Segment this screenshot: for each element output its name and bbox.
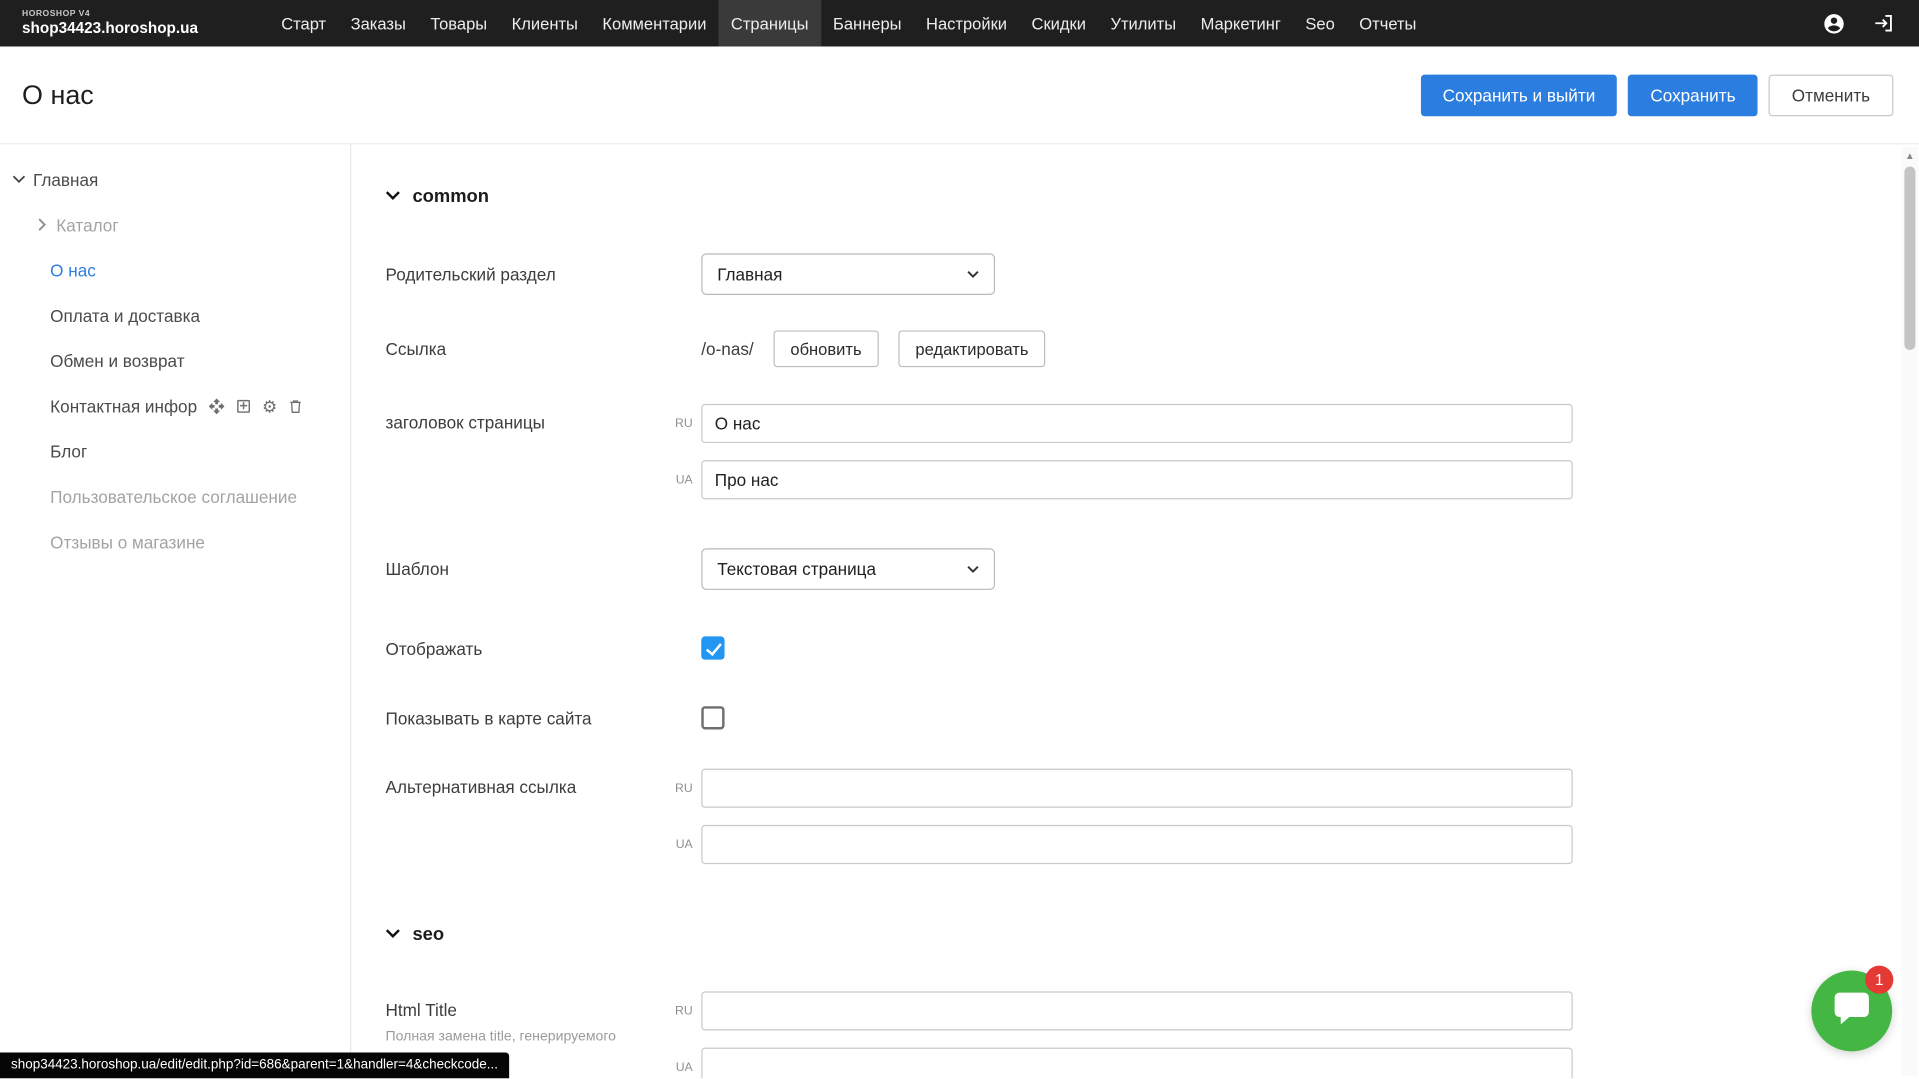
page-title: О нас (22, 79, 94, 111)
section-seo-toggle[interactable]: seo (386, 923, 1919, 945)
sitemap-checkbox[interactable] (701, 706, 724, 729)
pages-tree-sidebar: Главная Каталог О нас Оплата и доставка … (0, 144, 351, 1078)
lang-ru-badge: RU (663, 1004, 692, 1017)
field-html-title: Html Title Полная замена title, генериру… (386, 991, 1919, 1078)
refresh-link-button[interactable]: обновить (773, 330, 878, 367)
nav-orders[interactable]: Заказы (338, 0, 418, 47)
header-actions: Сохранить и выйти Сохранить Отменить (1421, 74, 1894, 116)
template-select[interactable]: Текстовая страница (701, 548, 995, 590)
scroll-up-arrow[interactable]: ▲ (1905, 147, 1915, 167)
field-parent-section: Родительский раздел Главная (386, 253, 1919, 295)
display-checkbox[interactable] (701, 636, 724, 659)
link-path: /o-nas/ (701, 339, 753, 359)
lang-ru-badge: RU (663, 417, 692, 430)
save-button[interactable]: Сохранить (1628, 74, 1757, 116)
nav-clients[interactable]: Клиенты (499, 0, 590, 47)
alt-link-ru-input[interactable] (701, 769, 1572, 808)
sidebar-item-payment-delivery[interactable]: Оплата и доставка (0, 293, 350, 338)
parent-section-select[interactable]: Главная (701, 253, 995, 295)
brand-domain: shop34423.horoshop.ua (22, 20, 198, 37)
section-common-toggle[interactable]: common (386, 185, 1919, 207)
account-icon[interactable] (1822, 12, 1845, 35)
move-icon[interactable] (208, 397, 225, 414)
html-title-ua-input[interactable] (701, 1048, 1572, 1079)
cancel-button[interactable]: Отменить (1769, 74, 1894, 116)
sidebar-item-contact-info[interactable]: Контактная инфор ⚙ (0, 383, 350, 428)
chevron-down-icon (967, 565, 979, 572)
sidebar-item-exchange-return[interactable]: Обмен и возврат (0, 338, 350, 383)
chevron-down-icon (967, 270, 979, 277)
field-alt-link: Альтернативная ссылка RU UA (386, 769, 1919, 864)
lang-ua-badge: UA (663, 838, 692, 851)
brand-version: HOROSHOP V4 (22, 10, 198, 19)
edit-link-button[interactable]: редактировать (898, 330, 1045, 367)
lang-ua-badge: UA (663, 473, 692, 486)
nav-pages[interactable]: Страницы (719, 0, 821, 47)
chevron-down-icon (386, 923, 401, 945)
chat-unread-badge: 1 (1865, 966, 1893, 994)
link-preview-statusbar: shop34423.horoshop.ua/edit/edit.php?id=6… (0, 1053, 509, 1079)
main-area: Главная Каталог О нас Оплата и доставка … (0, 144, 1919, 1078)
chat-bubble-icon (1832, 990, 1871, 1033)
field-show-in-sitemap: Показывать в карте сайта (386, 706, 1919, 729)
lang-ua-badge: UA (663, 1061, 692, 1074)
content-scrollbar[interactable]: ▲ (1902, 147, 1918, 1076)
sidebar-item-store-reviews[interactable]: Отзывы о магазине (0, 519, 350, 564)
main-menu: Старт Заказы Товары Клиенты Комментарии … (269, 0, 1429, 47)
page-header: О нас Сохранить и выйти Сохранить Отмени… (0, 47, 1919, 145)
chat-launcher[interactable]: 1 (1811, 971, 1892, 1052)
chevron-down-icon[interactable] (9, 175, 29, 184)
nav-discounts[interactable]: Скидки (1019, 0, 1098, 47)
logout-icon[interactable] (1873, 12, 1895, 34)
field-template: Шаблон Текстовая страница (386, 548, 1919, 590)
sidebar-item-home[interactable]: Главная (0, 157, 350, 202)
field-link: Ссылка /o-nas/ обновить редактировать (386, 330, 1919, 367)
nav-comments[interactable]: Комментарии (590, 0, 719, 47)
nav-marketing[interactable]: Маркетинг (1188, 0, 1293, 47)
topbar: HOROSHOP V4 shop34423.horoshop.ua Старт … (0, 0, 1919, 47)
gear-icon[interactable]: ⚙ (262, 397, 277, 414)
page-edit-form: common Родительский раздел Главная Ссылк… (351, 144, 1919, 1078)
page-title-ua-input[interactable] (701, 460, 1572, 499)
add-page-icon[interactable] (235, 397, 252, 414)
sidebar-item-user-agreement[interactable]: Пользовательское соглашение (0, 474, 350, 519)
html-title-hint: Полная замена title, генерируемого (386, 1028, 680, 1046)
html-title-ru-input[interactable] (701, 991, 1572, 1030)
nav-utilities[interactable]: Утилиты (1098, 0, 1188, 47)
tree-item-actions: ⚙ (208, 397, 303, 414)
field-display: Отображать (386, 636, 1919, 659)
page-title-ru-input[interactable] (701, 404, 1572, 443)
nav-products[interactable]: Товары (418, 0, 499, 47)
trash-icon[interactable] (287, 397, 303, 414)
chevron-right-icon[interactable] (32, 218, 52, 231)
save-and-exit-button[interactable]: Сохранить и выйти (1421, 74, 1618, 116)
sidebar-item-catalog[interactable]: Каталог (0, 202, 350, 247)
nav-seo[interactable]: Seo (1293, 0, 1347, 47)
sidebar-item-about[interactable]: О нас (0, 247, 350, 292)
brand: HOROSHOP V4 shop34423.horoshop.ua (22, 0, 198, 47)
chevron-down-icon (386, 185, 401, 207)
nav-reports[interactable]: Отчеты (1347, 0, 1429, 47)
app-window: HOROSHOP V4 shop34423.horoshop.ua Старт … (0, 0, 1919, 1078)
field-page-title: заголовок страницы RU UA (386, 404, 1919, 499)
alt-link-ua-input[interactable] (701, 825, 1572, 864)
nav-settings[interactable]: Настройки (914, 0, 1020, 47)
nav-banners[interactable]: Баннеры (821, 0, 914, 47)
sidebar-item-blog[interactable]: Блог (0, 428, 350, 473)
scrollbar-thumb[interactable] (1904, 166, 1915, 350)
lang-ru-badge: RU (663, 781, 692, 794)
topbar-icons (1822, 0, 1919, 47)
nav-start[interactable]: Старт (269, 0, 338, 47)
